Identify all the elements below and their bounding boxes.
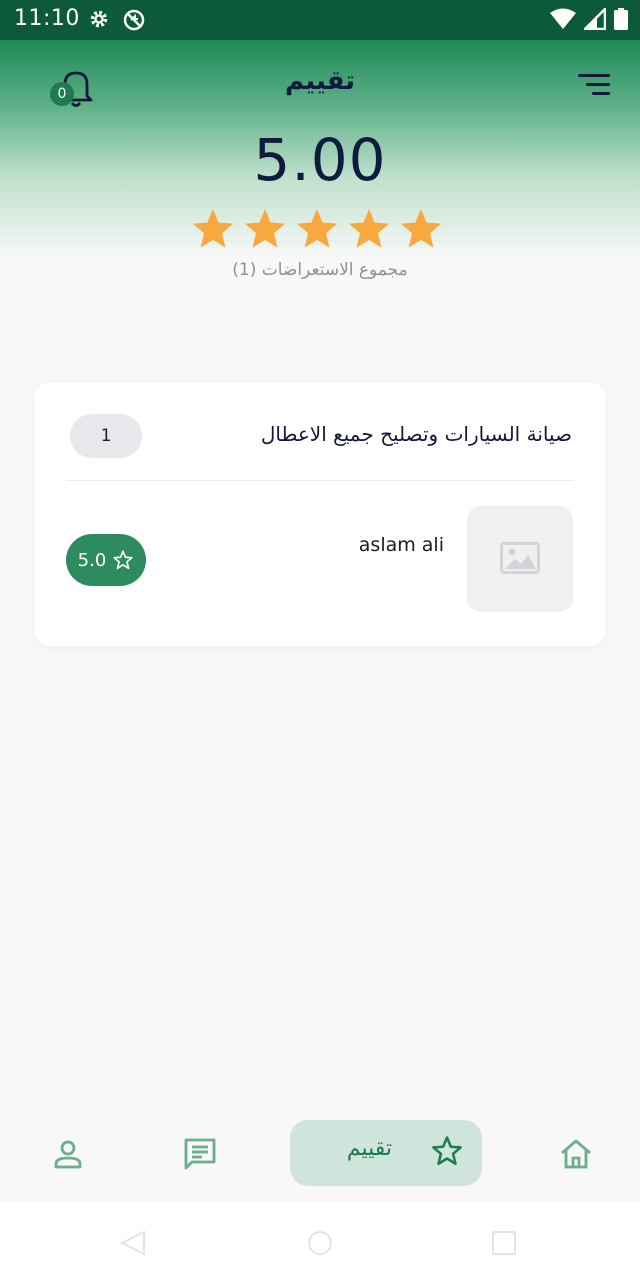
page-title: تقييم [284, 66, 356, 96]
home-icon [561, 1139, 591, 1169]
notification-badge: 0 [50, 82, 74, 106]
reviews-total: مجموع الاستعراضات (1) [232, 260, 408, 280]
review-score-badge: 5.0 [66, 534, 146, 586]
divider [66, 480, 574, 481]
star-icon [432, 1136, 462, 1166]
status-time: 11:10 [14, 6, 80, 31]
nav-profile[interactable] [44, 1130, 92, 1178]
review-thumbnail [467, 506, 573, 612]
signal-icon [584, 8, 606, 30]
star-filled-icon [192, 208, 234, 248]
recents-icon[interactable] [491, 1230, 517, 1256]
bottom-navigation: تقييم [0, 1110, 640, 1202]
system-navigation-bar [0, 1202, 640, 1280]
nav-rating-label: تقييم [346, 1136, 392, 1161]
image-placeholder-icon [500, 542, 540, 574]
star-filled-icon [244, 208, 286, 248]
chat-icon [184, 1138, 216, 1170]
average-rating: 5.00 [253, 126, 387, 194]
review-count-pill: 1 [70, 414, 142, 458]
home-circle-icon[interactable] [307, 1230, 333, 1256]
status-bar: 11:10 [0, 0, 640, 40]
battery-icon [614, 8, 628, 30]
reviewer-name: aslam ali [358, 534, 444, 556]
star-outline-icon [113, 550, 133, 570]
notifications-button[interactable]: 0 [50, 66, 94, 110]
review-score: 5.0 [77, 549, 107, 571]
nav-messages[interactable] [176, 1130, 224, 1178]
back-icon[interactable] [120, 1230, 146, 1256]
profile-icon [54, 1140, 82, 1169]
star-filled-icon [400, 208, 442, 248]
nav-rating[interactable]: تقييم [290, 1120, 482, 1186]
rating-stars [190, 206, 444, 252]
service-review-card[interactable]: صيانة السيارات وتصليح جميع الاعطال 1 asl… [34, 382, 606, 646]
header: 0 تقييم 5.00 [0, 40, 640, 260]
gear-icon [90, 10, 108, 28]
nav-home[interactable] [552, 1130, 600, 1178]
star-filled-icon [348, 208, 390, 248]
star-filled-icon [296, 208, 338, 248]
no-sync-icon [123, 9, 145, 31]
service-title: صيانة السيارات وتصليح جميع الاعطال [260, 422, 572, 446]
menu-icon [578, 74, 610, 95]
menu-button[interactable] [578, 72, 612, 98]
wifi-icon [550, 8, 576, 29]
